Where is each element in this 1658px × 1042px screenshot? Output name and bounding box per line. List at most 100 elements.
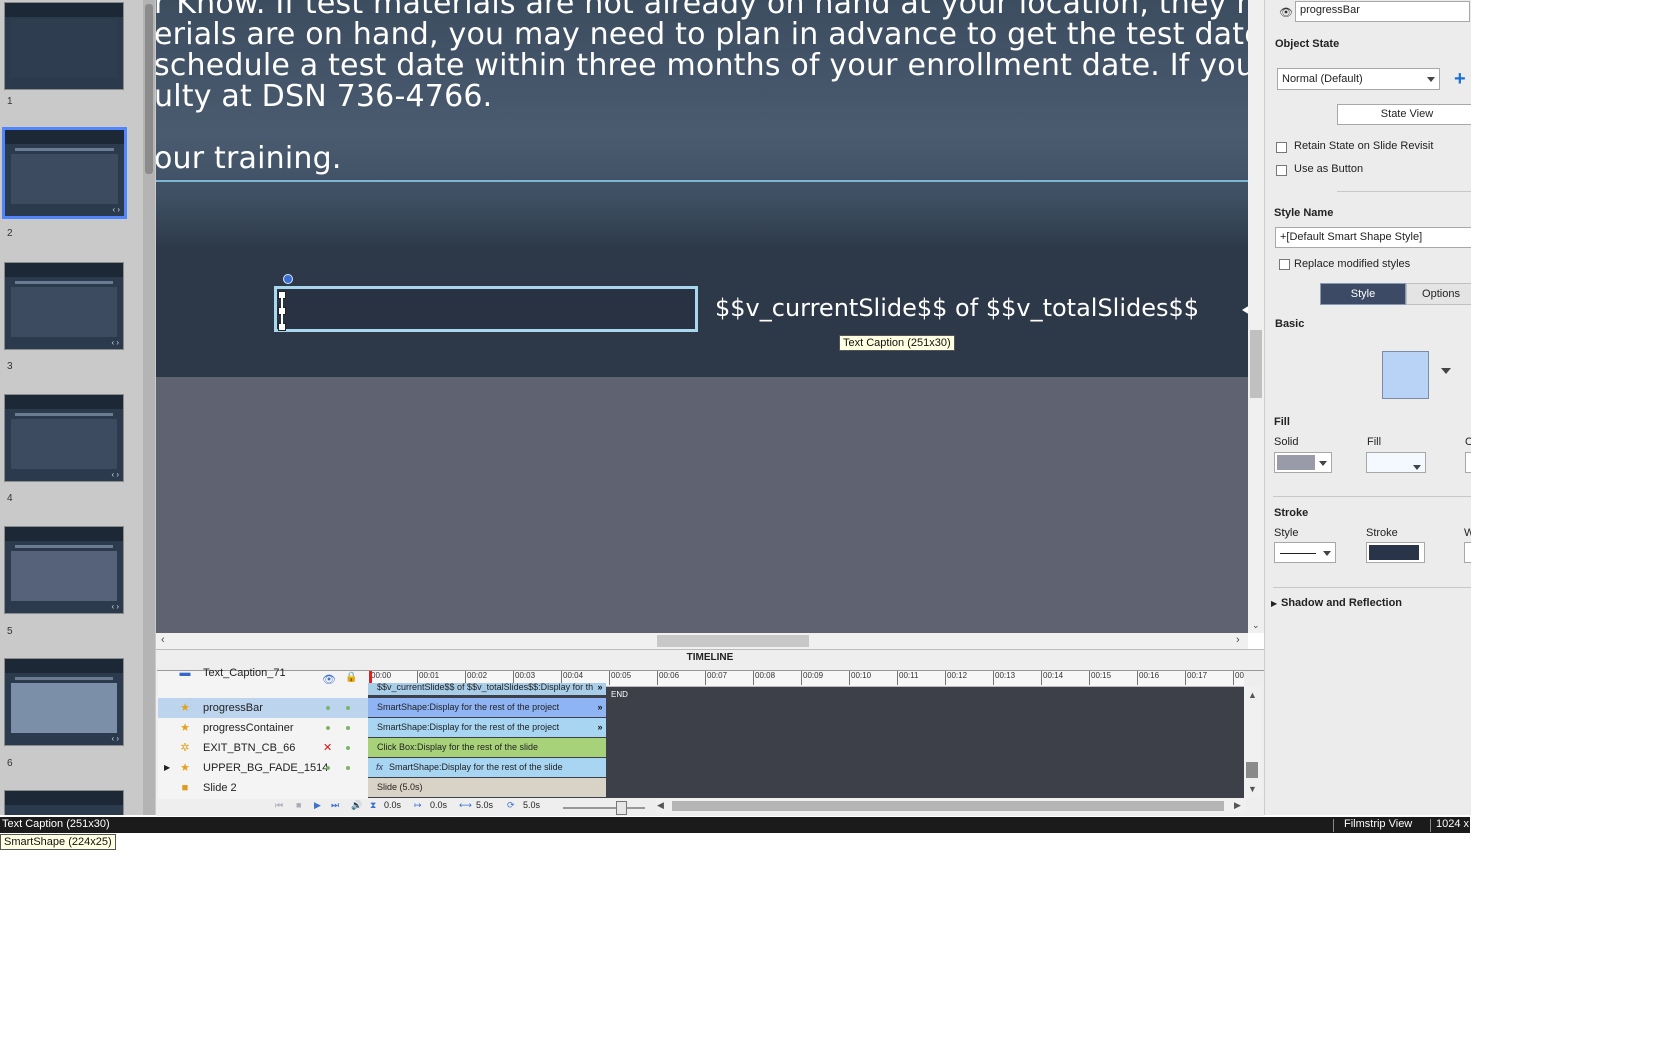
rotation-handle[interactable] — [283, 274, 293, 284]
visibility-dot[interactable] — [326, 706, 330, 710]
object-name-field[interactable]: progressBar — [1295, 1, 1470, 22]
fill-type-dropdown[interactable] — [1274, 452, 1332, 473]
expand-arrow-icon[interactable]: ▶ — [164, 758, 170, 778]
slide-divider-line — [156, 180, 1248, 182]
bar-end-arrow-icon: » — [597, 683, 603, 692]
timeline-bar[interactable]: Click Box:Display for the rest of the sl… — [368, 738, 606, 757]
body-line-4: ulty at DSN 736-4766. — [156, 79, 493, 114]
layer-row[interactable]: ✲ EXIT_BTN_CB_66 ✕ — [158, 738, 368, 758]
rewind-icon[interactable]: ⏮ — [275, 800, 283, 811]
lock-dot[interactable] — [346, 746, 350, 750]
tab-style[interactable]: Style — [1320, 283, 1406, 305]
timeline-bar[interactable]: SmartShape:Display for the rest of the p… — [368, 718, 606, 737]
timeline-zoom-knob[interactable] — [616, 801, 627, 815]
timeline-bar[interactable]: $$v_currentSlide$$ of $$v_totalSlides$$:… — [368, 683, 606, 695]
scroll-left-icon[interactable]: ‹ — [161, 634, 165, 646]
eye-icon[interactable]: 👁 — [322, 673, 336, 686]
slide-thumbnail-3[interactable]: ‹ › — [4, 262, 124, 350]
layer-name: Text_Caption_71 — [203, 667, 286, 679]
body-line-6: our training. — [156, 141, 342, 176]
basic-style-swatch[interactable] — [1382, 351, 1429, 399]
body-line-3: schedule a test date within three months… — [156, 48, 1248, 83]
bar-label: SmartShape:Display for the rest of the s… — [389, 762, 563, 772]
timeline-horizontal-scroll-thumb[interactable] — [672, 801, 1224, 811]
slide-thumbnail-1[interactable] — [4, 2, 124, 90]
play-icon[interactable]: ▶ — [314, 800, 321, 811]
layer-name: progressContainer — [203, 722, 294, 734]
progress-text-caption[interactable]: $$v_currentSlide$$ of $$v_totalSlides$$ — [715, 294, 1199, 322]
lock-dot[interactable] — [346, 766, 350, 770]
layer-row[interactable]: ▬ Text_Caption_71 — [158, 667, 368, 681]
text-caption-tooltip: Text Caption (251x30) — [839, 335, 955, 351]
retain-state-checkbox[interactable] — [1276, 142, 1287, 153]
timeline-bar[interactable]: Slide (5.0s) — [368, 778, 606, 797]
lock-dot[interactable] — [346, 726, 350, 730]
layer-row-selected[interactable]: ★ progressBar — [158, 698, 368, 718]
timeline-zoom-slider[interactable] — [563, 807, 645, 809]
visibility-dot[interactable] — [326, 726, 330, 730]
filmstrip-scroll-thumb[interactable] — [145, 4, 153, 174]
tab-options[interactable]: Options — [1406, 283, 1471, 305]
slide-thumbnail-2[interactable]: ‹ › — [2, 127, 127, 219]
replace-modified-label: Replace modified styles — [1294, 258, 1411, 270]
stroke-line-preview — [1280, 553, 1316, 554]
scroll-right-icon[interactable]: ▶ — [1234, 800, 1241, 811]
timeline-end-label: END — [611, 690, 628, 699]
scroll-down-icon[interactable]: ▼ — [1248, 784, 1257, 794]
add-state-plus-icon[interactable]: + — [1454, 68, 1466, 91]
visibility-dot[interactable] — [326, 766, 330, 770]
filmstrip-panel: 1 ‹ › 2 ‹ › 3 ‹ › 4 ‹ › 5 ‹ › 6 — [0, 0, 156, 815]
shadow-reflection-heading[interactable]: Shadow and Reflection — [1281, 597, 1402, 609]
stop-icon[interactable]: ■ — [296, 800, 301, 810]
layer-row[interactable]: ■ Slide 2 — [158, 778, 368, 798]
layer-name: progressBar — [203, 702, 263, 714]
slide-number-5: 5 — [7, 626, 13, 637]
state-dropdown[interactable]: Normal (Default) — [1277, 68, 1440, 90]
slide-thumbnail-4[interactable]: ‹ › — [4, 394, 124, 482]
expand-arrow-icon[interactable]: ▶ — [1271, 599, 1277, 608]
fill-color-dropdown[interactable] — [1366, 452, 1426, 473]
layer-row[interactable]: ▶ ★ UPPER_BG_FADE_1514 — [158, 758, 368, 778]
skip-end-icon[interactable]: ⏭ — [331, 800, 339, 811]
scroll-right-icon[interactable]: › — [1236, 634, 1240, 646]
stage-horizontal-scroll-thumb[interactable] — [657, 635, 809, 647]
current-time: 0.0s — [384, 800, 402, 810]
timeline-bar[interactable]: fx SmartShape:Display for the rest of the… — [368, 758, 606, 777]
star-icon: ★ — [180, 722, 190, 734]
timeline-bar-selected[interactable]: SmartShape:Display for the rest of the p… — [368, 698, 606, 717]
stroke-width-field[interactable] — [1464, 542, 1471, 563]
progress-bar-shape[interactable] — [281, 297, 283, 325]
hidden-x-icon[interactable]: ✕ — [323, 738, 332, 758]
timeline-vertical-scrollbar[interactable] — [1244, 686, 1262, 798]
stroke-style-dropdown[interactable] — [1274, 542, 1336, 563]
ruler-tick: 00:10 — [849, 671, 871, 685]
slide-thumbnail-6[interactable]: ‹ › — [4, 658, 124, 746]
lock-dot[interactable] — [346, 706, 350, 710]
stroke-style-label: Style — [1274, 527, 1299, 539]
progress-container-shape[interactable] — [274, 286, 698, 332]
chevron-down-icon[interactable] — [1441, 368, 1451, 374]
use-as-button-checkbox[interactable] — [1276, 165, 1287, 176]
scroll-down-icon[interactable]: ⌄ — [1252, 620, 1260, 631]
stage-vertical-scroll-thumb[interactable] — [1250, 330, 1262, 398]
audio-icon[interactable]: 🔊 — [351, 800, 362, 811]
lock-icon[interactable]: 🔒 — [345, 672, 357, 683]
slide-body-text[interactable]: r Know. If test materials are not alread… — [156, 0, 1248, 174]
separator — [1273, 587, 1471, 588]
slide-thumbnail-5[interactable]: ‹ › — [4, 526, 124, 614]
status-divider — [1333, 819, 1334, 832]
layer-row[interactable]: ★ progressContainer — [158, 718, 368, 738]
style-name-field[interactable]: +[Default Smart Shape Style] — [1275, 227, 1471, 248]
stage-vertical-scrollbar[interactable] — [1248, 0, 1264, 633]
stroke-color-dropdown[interactable] — [1366, 542, 1425, 563]
visibility-eye-icon[interactable]: 👁 — [1279, 6, 1293, 19]
fill-opacity-field[interactable] — [1465, 452, 1471, 473]
scroll-left-icon[interactable]: ◀ — [657, 800, 664, 811]
state-view-button[interactable]: State View — [1337, 104, 1471, 125]
progress-bar-selection[interactable] — [278, 291, 290, 331]
slide-thumbnail-7[interactable] — [4, 790, 124, 815]
timeline-vertical-scroll-thumb[interactable] — [1246, 762, 1258, 778]
replace-modified-checkbox[interactable] — [1279, 259, 1290, 270]
status-view-mode[interactable]: Filmstrip View — [1344, 818, 1412, 830]
scroll-up-icon[interactable]: ▲ — [1248, 690, 1257, 700]
